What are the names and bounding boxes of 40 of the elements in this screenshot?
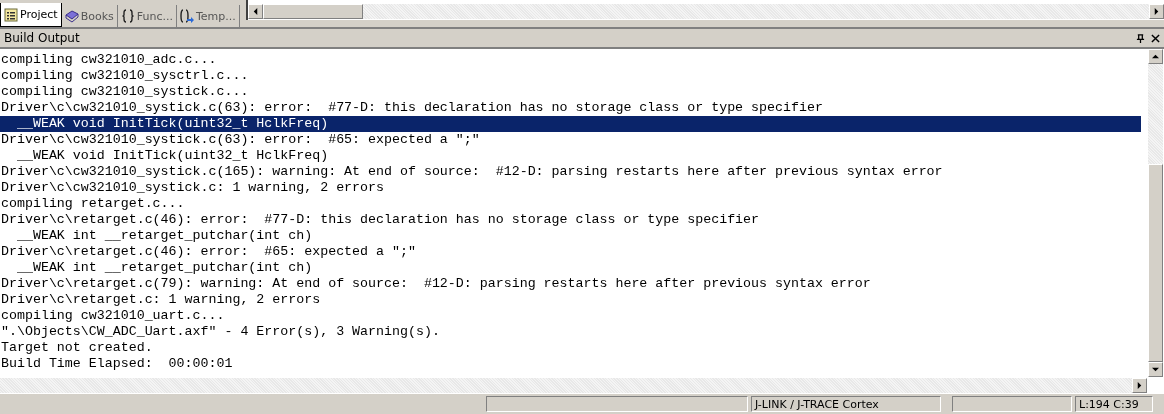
output-line[interactable]: __WEAK void InitTick(uint32_t HclkFreq) [0,148,1147,164]
output-line[interactable]: Driver\c\cw321010_systick.c(63): error: #77-D: this declaration has no storage class or type specifier [0,100,1147,116]
output-line[interactable]: Driver\c\retarget.c(46): error: #65: expected a ";" [0,244,1147,260]
scroll-left-icon[interactable] [252,8,259,15]
panel-tab[interactable]: Books [61,5,118,27]
output-line[interactable]: __WEAK int __retarget_putchar(int ch) [0,260,1147,276]
output-line[interactable]: Target not created. [0,340,1147,356]
output-line[interactable]: Build Time Elapsed: 00:00:01 [0,356,1147,372]
panel-tab[interactable]: Func... [117,5,177,27]
panel-tab[interactable]: Temp... [176,5,240,27]
output-line[interactable]: compiling cw321010_adc.c... [0,52,1147,68]
output-line[interactable]: compiling cw321010_uart.c... [0,308,1147,324]
output-line[interactable]: Driver\c\retarget.c(46): error: #77-D: this declaration has no storage class or type specifier [0,212,1147,228]
braces-icon [120,9,135,23]
status-position: L:194 C:39 [1075,396,1153,412]
output-line[interactable]: __WEAK int __retarget_putchar(int ch) [0,228,1147,244]
pin-icon[interactable] [1136,33,1145,43]
output-line[interactable]: compiling cw321010_systick.c... [0,84,1147,100]
output-line[interactable]: Driver\c\cw321010_systick.c(165): warning: At end of source: #12-D: parsing restarts here after previous syntax error [0,164,1147,180]
output-line[interactable]: Driver\c\cw321010_systick.c: 1 warning, 2 errors [0,180,1147,196]
panel-tab[interactable]: Project [0,3,62,27]
scroll-up-icon[interactable] [1152,53,1159,60]
output-line[interactable]: Driver\c\retarget.c(79): warning: At end of source: #12-D: parsing restarts here after previous syntax error [0,276,1147,292]
book-icon [64,9,79,23]
list-icon [4,7,18,22]
output-line[interactable]: Driver\c\cw321010_systick.c(63): error: #65: expected a ";" [0,132,1147,148]
template-icon [179,9,194,23]
status-target: J-LINK / J-TRACE Cortex [751,396,941,412]
scroll-right-icon[interactable] [1136,382,1143,389]
horizontal-scrollbar[interactable] [0,377,1164,394]
output-line[interactable]: compiling retarget.c... [0,196,1147,212]
output-line[interactable]: compiling cw321010_sysctrl.c... [0,68,1147,84]
scroll-right-icon[interactable] [1153,8,1160,15]
vertical-scrollbar[interactable] [1147,49,1164,377]
scroll-down-icon[interactable] [1152,366,1159,373]
panel-title: Build Output [4,31,81,45]
output-line[interactable]: Driver\c\retarget.c: 1 warning, 2 errors [0,292,1147,308]
horizontal-scrollbar[interactable] [246,0,1164,20]
output-line[interactable]: ".\Objects\CW_ADC_Uart.axf" - 4 Error(s), 3 Warning(s). [0,324,1147,340]
close-icon[interactable] [1151,33,1160,43]
